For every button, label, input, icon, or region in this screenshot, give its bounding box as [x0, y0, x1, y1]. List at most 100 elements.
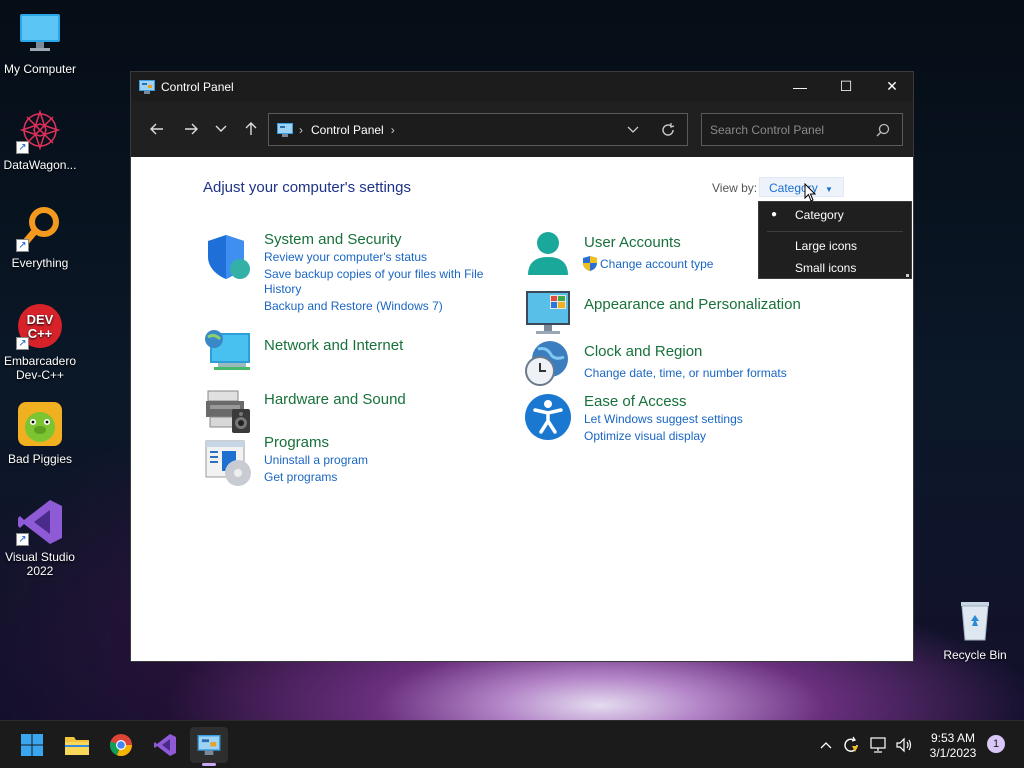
arrow-right-icon [185, 123, 198, 135]
close-button[interactable]: ✕ [869, 72, 915, 101]
control-panel-icon [139, 79, 155, 94]
svg-text:C++: C++ [28, 326, 53, 341]
monitor-icon [16, 10, 64, 58]
clock-globe-icon [525, 341, 568, 386]
up-button[interactable] [235, 113, 267, 145]
shortcut-arrow-icon: ↗ [16, 141, 29, 154]
network-title[interactable]: Network and Internet [264, 337, 403, 354]
control-panel-window: Control Panel — ☐ ✕ › Control Panel › Se… [130, 71, 914, 662]
desktop-icon-recycle-bin[interactable]: Recycle Bin [935, 596, 1015, 662]
desktop-icon-everything[interactable]: ↗ Everything [0, 204, 80, 270]
magnifier-icon: ↗ [16, 204, 64, 252]
chevron-up-icon [820, 742, 832, 749]
resize-grip-icon [906, 274, 909, 277]
review-status-link[interactable]: Review your computer's status [264, 250, 427, 265]
taskbar-control-panel[interactable] [190, 727, 228, 766]
taskbar-file-explorer[interactable] [61, 729, 93, 761]
uninstall-program-link[interactable]: Uninstall a program [264, 453, 368, 468]
view-by-dropdown[interactable]: Category ▼ [759, 177, 844, 197]
volume-button[interactable] [892, 721, 916, 768]
maximize-button[interactable]: ☐ [823, 72, 869, 101]
network-globe-icon [205, 330, 250, 370]
recent-locations-button[interactable] [207, 113, 235, 145]
optimize-display-link[interactable]: Optimize visual display [584, 429, 706, 444]
save-backup-link[interactable]: Save backup copies of your files with Fi… [264, 267, 483, 282]
desktop-icon-my-computer[interactable]: My Computer [0, 10, 80, 76]
desktop-icon-devcpp[interactable]: DEV C++ ↗ Embarcadero Dev-C++ [0, 302, 80, 382]
address-bar[interactable]: › Control Panel › [268, 113, 688, 146]
visual-studio-icon [154, 734, 176, 756]
ease-of-access-title[interactable]: Ease of Access [584, 393, 687, 410]
refresh-icon[interactable] [661, 123, 675, 137]
chevron-down-icon [215, 125, 227, 132]
speaker-icon [896, 737, 912, 753]
suggest-settings-link[interactable]: Let Windows suggest settings [584, 412, 743, 427]
clock-time: 9:53 AM [930, 731, 976, 745]
change-date-time-link[interactable]: Change date, time, or number formats [584, 366, 787, 381]
menu-separator [767, 231, 903, 232]
desktop-icon-bad-piggies[interactable]: Bad Piggies [0, 400, 80, 466]
breadcrumb-control-panel[interactable]: Control Panel [311, 123, 384, 137]
desktop-icon-visual-studio[interactable]: ↗ Visual Studio 2022 [0, 498, 80, 578]
printer-speaker-icon [206, 390, 250, 433]
control-panel-icon [277, 122, 293, 137]
network-icon [870, 737, 886, 753]
notification-badge[interactable]: 1 [987, 735, 1005, 753]
appearance-title[interactable]: Appearance and Personalization [584, 296, 801, 313]
desktop-icon-label: Recycle Bin [943, 648, 1007, 662]
taskbar-chrome[interactable] [105, 729, 137, 761]
recycle-bin-icon [951, 596, 999, 644]
backup-restore-link[interactable]: Backup and Restore (Windows 7) [264, 299, 443, 314]
uac-shield-icon [583, 256, 597, 271]
user-accounts-title[interactable]: User Accounts [584, 234, 681, 251]
title-bar[interactable]: Control Panel — ☐ ✕ [131, 72, 913, 101]
accessibility-icon [525, 394, 571, 440]
taskbar-clock[interactable]: 9:53 AM 3/1/2023 [920, 731, 986, 761]
desktop-icon-label: Everything [11, 256, 69, 270]
menu-item-small-icons[interactable]: Small icons [795, 261, 856, 275]
hardware-title[interactable]: Hardware and Sound [264, 391, 406, 408]
selected-bullet-icon: ● [771, 209, 778, 220]
get-programs-link[interactable]: Get programs [264, 470, 337, 485]
taskbar-visual-studio[interactable] [149, 729, 181, 761]
programs-title[interactable]: Programs [264, 434, 329, 451]
network-button[interactable] [866, 721, 890, 768]
sync-warning-icon [844, 736, 858, 752]
back-button[interactable] [141, 113, 173, 145]
search-placeholder: Search Control Panel [710, 122, 825, 137]
desktop-icon-label: My Computer [3, 62, 77, 76]
navigation-bar: › Control Panel › Search Control Panel [131, 101, 913, 157]
address-history-chevron-icon[interactable] [627, 126, 639, 134]
show-hidden-icons-button[interactable] [816, 721, 836, 768]
forward-button[interactable] [175, 113, 207, 145]
view-by-label: View by: [712, 181, 758, 195]
desktop-icon-label: DataWagon... [3, 158, 77, 172]
dropdown-arrow-icon: ▼ [825, 185, 833, 194]
search-icon[interactable] [876, 123, 890, 137]
devcpp-icon: DEV C++ ↗ [16, 302, 64, 350]
windows-logo-icon [21, 734, 43, 756]
desktop-icon-label: Bad Piggies [7, 452, 73, 466]
system-security-title[interactable]: System and Security [264, 231, 402, 248]
shortcut-arrow-icon: ↗ [16, 239, 29, 252]
desktop-icon-datawagon[interactable]: ↗ DataWagon... [0, 106, 80, 172]
desktop-icon-label: Embarcadero Dev-C++ [3, 354, 77, 382]
save-backup-link-cont[interactable]: History [264, 282, 301, 297]
visual-studio-icon: ↗ [16, 498, 64, 546]
change-account-type-link[interactable]: Change account type [600, 257, 713, 272]
arrow-left-icon [150, 123, 163, 135]
shortcut-arrow-icon: ↗ [16, 533, 29, 546]
minimize-button[interactable]: — [777, 72, 823, 101]
start-button[interactable] [16, 729, 48, 761]
sync-status-button[interactable] [840, 721, 862, 768]
menu-item-category[interactable]: Category [795, 208, 844, 222]
appearance-monitor-icon [526, 291, 570, 334]
menu-item-large-icons[interactable]: Large icons [795, 239, 857, 253]
breadcrumb-chevron-icon[interactable]: › [391, 123, 395, 137]
folder-icon [65, 737, 89, 755]
chrome-icon [109, 734, 133, 757]
mouse-cursor-icon [804, 183, 816, 202]
search-box[interactable]: Search Control Panel [701, 113, 903, 146]
clock-region-title[interactable]: Clock and Region [584, 343, 702, 360]
view-by-menu: ● Category Large icons Small icons [758, 201, 912, 279]
